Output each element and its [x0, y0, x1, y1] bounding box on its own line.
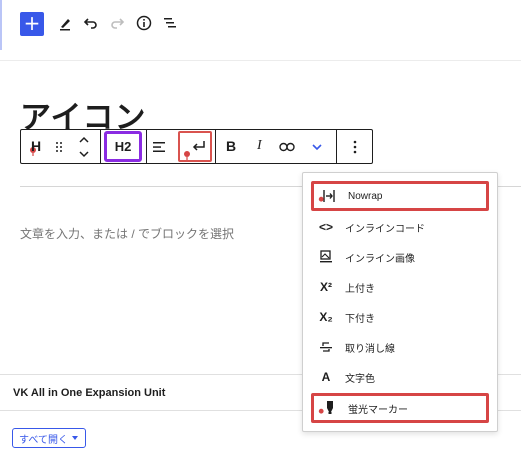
menu-item-inline-image[interactable]: インライン画像 [311, 243, 489, 271]
menu-item-strikethrough[interactable]: 取り消し線 [311, 333, 489, 361]
undo-icon[interactable] [80, 12, 102, 34]
expand-all-label: すべて開く [19, 434, 68, 446]
pen-icon[interactable] [54, 12, 76, 34]
menu-item-nowrap[interactable]: Nowrap [311, 181, 489, 211]
text-color-icon: A [321, 370, 331, 384]
superscript-icon: X² [320, 280, 332, 294]
menu-item-label: Nowrap [348, 190, 383, 202]
bold-button[interactable]: B [226, 138, 236, 154]
subscript-icon: X₂ [319, 310, 333, 324]
highlighter-icon [318, 398, 340, 418]
paragraph-placeholder[interactable]: 文章を入力、または / でブロックを選択 [20, 225, 234, 242]
redo-icon[interactable] [106, 12, 128, 34]
menu-item-highlighter[interactable]: 蛍光マーカー [311, 393, 489, 423]
strikethrough-icon [315, 337, 337, 357]
menu-item-superscript[interactable]: X² 上付き [311, 273, 489, 301]
menu-item-label: インライン画像 [345, 253, 415, 265]
menu-item-label: 文字色 [345, 373, 375, 385]
menu-item-label: 取り消し線 [345, 343, 395, 355]
drag-handle-icon[interactable] [52, 139, 66, 155]
toolbar-separator [100, 130, 101, 163]
editor-edge-accent [0, 0, 2, 50]
toolbar-divider [0, 60, 521, 61]
more-options-icon[interactable] [347, 138, 363, 156]
move-up-down-icon[interactable] [76, 133, 92, 161]
menu-item-label: 下付き [345, 313, 375, 325]
info-icon[interactable] [133, 12, 155, 34]
link-icon[interactable] [278, 138, 296, 156]
toolbar-separator [336, 130, 337, 163]
menu-item-text-color[interactable]: A 文字色 [311, 363, 489, 391]
toolbar-separator [215, 130, 216, 163]
menu-item-label: インラインコード [345, 223, 425, 235]
nowrap-icon [318, 186, 340, 206]
list-view-icon[interactable] [159, 12, 181, 34]
block-toolbar: H H2 B I [20, 129, 373, 164]
add-block-button[interactable]: + [20, 12, 44, 36]
toolbar-separator [146, 130, 147, 163]
inline-image-icon [315, 247, 337, 267]
italic-button[interactable]: I [257, 138, 262, 154]
chevron-down-icon[interactable] [309, 139, 325, 155]
caret-down-icon [71, 433, 79, 444]
menu-item-inline-code[interactable]: <> インラインコード [311, 213, 489, 241]
menu-item-subscript[interactable]: X₂ 下付き [311, 303, 489, 331]
return-block-button[interactable] [178, 131, 212, 162]
panel-title[interactable]: VK All in One Expansion Unit [13, 387, 165, 399]
menu-item-label: 上付き [345, 283, 375, 295]
align-icon[interactable] [150, 138, 168, 156]
code-icon: <> [318, 220, 333, 234]
format-dropdown-menu: Nowrap <> インラインコード インライン画像 X² 上付き X₂ 下付き… [302, 172, 498, 432]
menu-item-label: 蛍光マーカー [348, 404, 408, 416]
heading-level-button[interactable]: H2 [104, 131, 142, 162]
heading-block-icon[interactable]: H [31, 138, 41, 154]
return-arrow-icon [190, 138, 208, 156]
expand-all-button[interactable]: すべて開く [12, 428, 86, 448]
